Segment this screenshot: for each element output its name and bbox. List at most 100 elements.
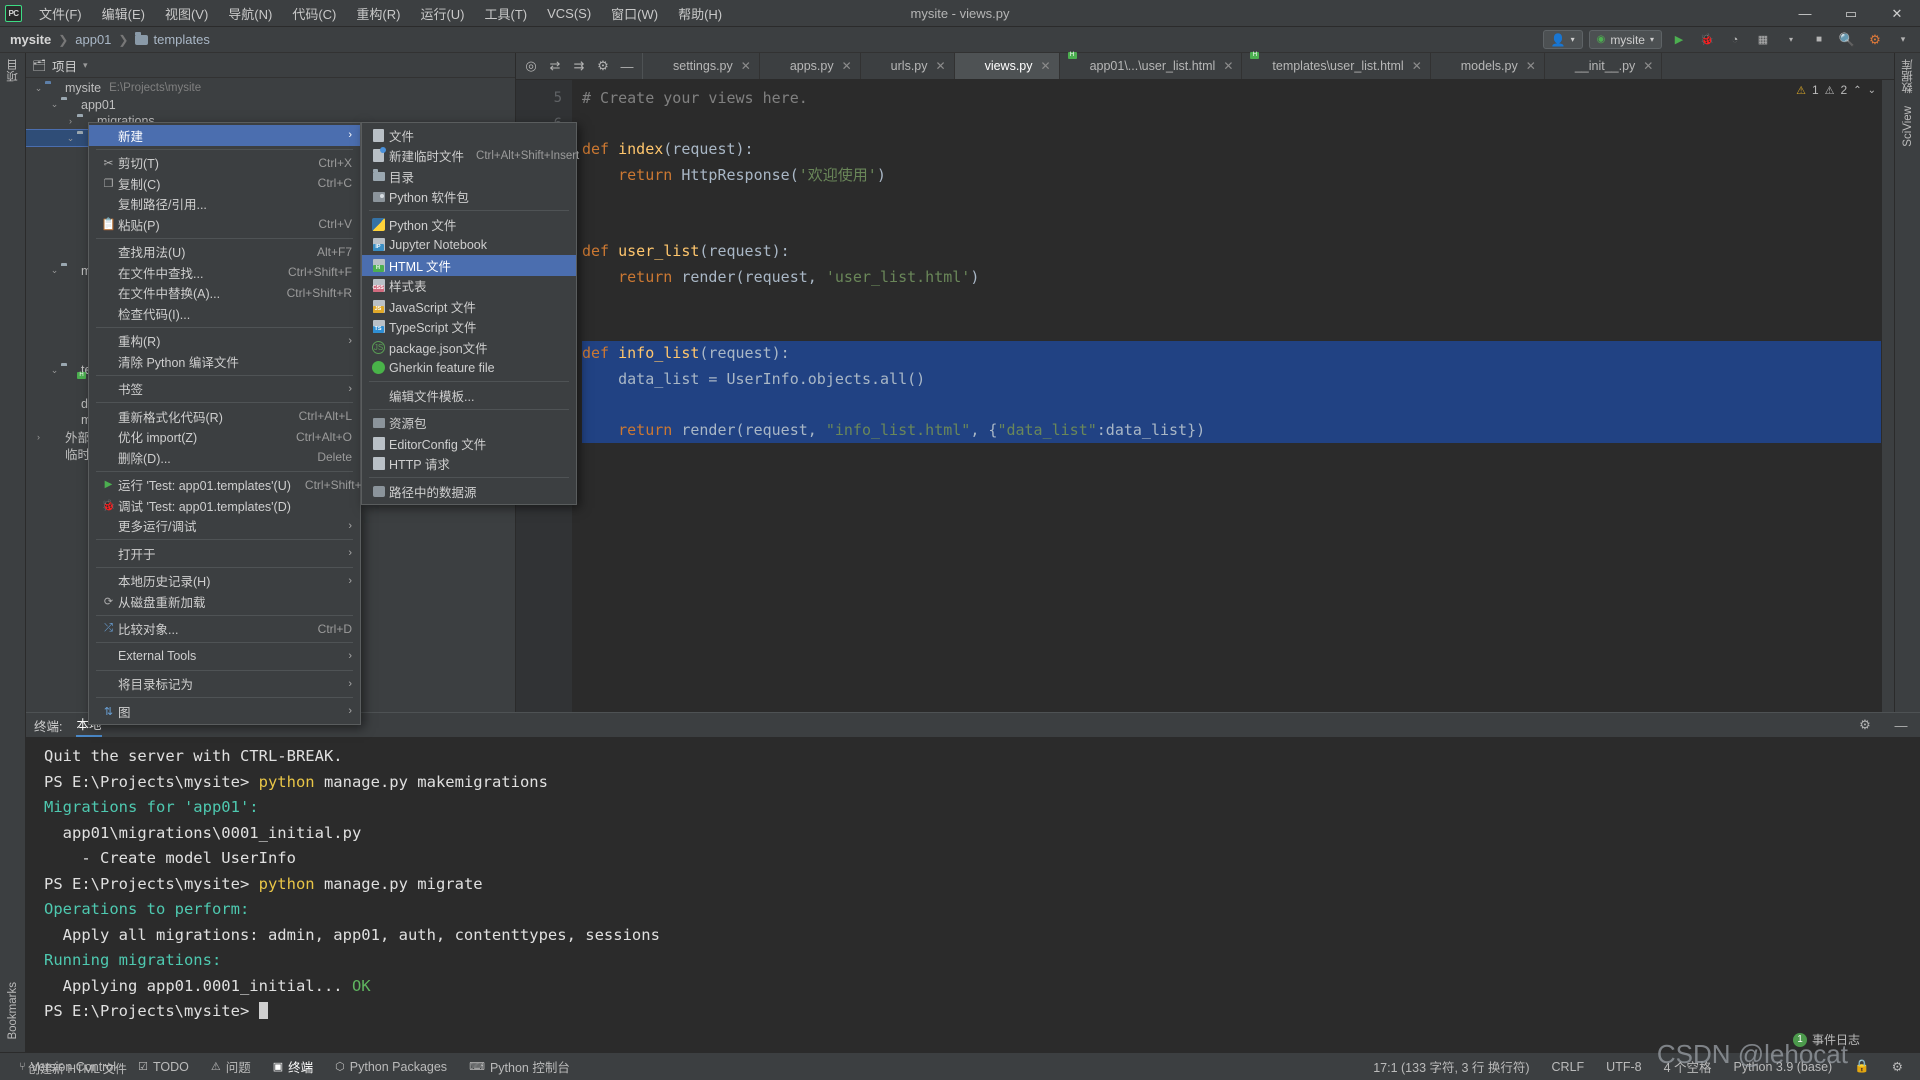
submenu-item-路径中的数据源[interactable]: 路径中的数据源 (362, 481, 576, 502)
context-menu-item-图[interactable]: ⇅ 图 › (89, 701, 360, 722)
close-button[interactable]: ✕ (1874, 0, 1920, 27)
menu-edit[interactable]: 编辑(E) (92, 1, 155, 26)
close-icon[interactable]: ✕ (1223, 59, 1233, 73)
context-menu-item-从磁盘重新加载[interactable]: ⟳ 从磁盘重新加载 (89, 591, 360, 612)
menu-vcs[interactable]: VCS(S) (537, 3, 601, 24)
context-menu-item-在文件中查找-[interactable]: 在文件中查找... Ctrl+Shift+F (89, 262, 360, 283)
context-menu-item-复制-c-[interactable]: ❐ 复制(C) Ctrl+C (89, 173, 360, 194)
tool-tab-sciview[interactable]: SciView (1898, 100, 1918, 153)
expand-button[interactable]: ▾ (1892, 30, 1914, 50)
tool-tab-bookmarks[interactable]: Bookmarks (3, 976, 23, 1046)
run-button[interactable]: ▶ (1668, 30, 1690, 50)
submenu-item-python-软件包[interactable]: Python 软件包 (362, 187, 576, 208)
submenu-item-文件[interactable]: 文件 (362, 125, 576, 146)
submenu-item-typescript-文件[interactable]: TS TypeScript 文件 (362, 317, 576, 338)
close-icon[interactable]: ✕ (842, 59, 852, 73)
submenu-item-gherkin-feature-file[interactable]: Gherkin feature file (362, 358, 576, 379)
editor-tab-settings-py[interactable]: settings.py ✕ (643, 53, 760, 79)
context-menu-item-书签[interactable]: 书签 › (89, 379, 360, 400)
status-todo[interactable]: ☑ TODO (127, 1060, 200, 1074)
submenu-item-目录[interactable]: 目录 (362, 166, 576, 187)
submenu-item-编辑文件模板-[interactable]: 编辑文件模板... (362, 385, 576, 406)
tree-expander-icon[interactable]: › (64, 116, 77, 126)
context-menu-item-调试-test-app01-templates-d-[interactable]: 🐞 调试 'Test: app01.templates'(D) (89, 495, 360, 516)
status-interpreter[interactable]: Python 3.9 (base) (1723, 1060, 1844, 1074)
event-log-widget[interactable]: 1 事件日志 (1792, 1031, 1860, 1048)
context-menu-item-删除-d-[interactable]: 删除(D)... Delete (89, 447, 360, 468)
context-menu-item-打开于[interactable]: 打开于 › (89, 543, 360, 564)
status-python-console[interactable]: ⌨ Python 控制台 (458, 1057, 581, 1076)
context-menu-item-清除-python-编译文件[interactable]: 清除 Python 编译文件 (89, 351, 360, 372)
profile-button[interactable]: ◔ (1724, 30, 1746, 50)
editor-tab-urls-py[interactable]: urls.py ✕ (861, 53, 955, 79)
search-everywhere-button[interactable]: 🔍 (1836, 30, 1858, 50)
pane-settings-icon[interactable]: ⚙ (592, 56, 614, 76)
run-configuration-selector[interactable]: ◉ mysite ▾ (1588, 30, 1662, 49)
tree-expander-icon[interactable]: ⌄ (48, 99, 61, 110)
submenu-item-editorconfig-文件[interactable]: EditorConfig 文件 (362, 433, 576, 454)
submenu-item-html-文件[interactable]: H HTML 文件 (362, 255, 576, 276)
context-menu-item-新建[interactable]: 新建 › (89, 125, 360, 146)
scroll-up-icon[interactable]: ⌃ (1853, 85, 1861, 96)
submenu-item-jupyter-notebook[interactable]: IP Jupyter Notebook (362, 235, 576, 256)
context-menu-item-优化-import-z-[interactable]: 优化 import(Z) Ctrl+Alt+O (89, 427, 360, 448)
close-icon[interactable]: ✕ (1643, 59, 1653, 73)
close-icon[interactable]: ✕ (741, 59, 751, 73)
editor-tab-views-py[interactable]: views.py ✕ (954, 53, 1060, 79)
context-menu-item-复制路径-引用-[interactable]: 复制路径/引用... (89, 194, 360, 215)
submenu-item-资源包[interactable]: 资源包 (362, 413, 576, 434)
breadcrumb-app01[interactable]: app01 (75, 32, 111, 47)
editor-tab-apps-py[interactable]: apps.py ✕ (760, 53, 861, 79)
coverage-button[interactable]: ▦ (1752, 30, 1774, 50)
submenu-item-http-请求[interactable]: HTTP 请求 (362, 454, 576, 475)
menu-window[interactable]: 窗口(W) (601, 1, 668, 26)
tree-item-app01[interactable]: ⌄ app01 (26, 97, 515, 114)
context-menu-item-剪切-t-[interactable]: ✂ 剪切(T) Ctrl+X (89, 153, 360, 174)
status-settings-icon[interactable]: ⚙ (1881, 1059, 1914, 1074)
context-menu-item-本地历史记录-h-[interactable]: 本地历史记录(H) › (89, 571, 360, 592)
context-menu-item-external-tools[interactable]: External Tools › (89, 646, 360, 667)
breadcrumb-mysite[interactable]: mysite (10, 32, 51, 47)
close-icon[interactable]: ✕ (936, 59, 946, 73)
terminal-output[interactable]: Quit the server with CTRL-BREAK. PS E:\Pr… (26, 738, 1920, 1052)
editor-tab-models-py[interactable]: models.py ✕ (1431, 53, 1545, 79)
context-menu-item-重构-r-[interactable]: 重构(R) › (89, 331, 360, 352)
submenu-item-package-json文件[interactable]: JS package.json文件 (362, 337, 576, 358)
context-menu-item-运行-test-app01-templates-u-[interactable]: ▶ 运行 'Test: app01.templates'(U) Ctrl+Shi… (89, 475, 383, 496)
tool-tab-project[interactable]: 项目 (1, 53, 25, 88)
menu-run[interactable]: 运行(U) (410, 1, 474, 26)
close-icon[interactable]: ✕ (1526, 59, 1536, 73)
breadcrumb-templates[interactable]: templates (135, 31, 210, 47)
close-icon[interactable]: ✕ (1412, 59, 1422, 73)
submenu-item-python-文件[interactable]: Python 文件 (362, 214, 576, 235)
status-terminal[interactable]: ▣ 终端 (262, 1057, 324, 1076)
terminal-settings-icon[interactable]: ⚙ (1854, 715, 1876, 735)
hide-pane-icon[interactable]: — (616, 56, 638, 76)
status-caret-position[interactable]: 17:1 (133 字符, 3 行 换行符) (1362, 1057, 1540, 1076)
new-file-submenu[interactable]: 文件 新建临时文件 Ctrl+Alt+Shift+Insert 目录 Pytho… (361, 122, 579, 505)
close-icon[interactable]: ✕ (1041, 59, 1051, 73)
menu-tools[interactable]: 工具(T) (474, 1, 537, 26)
status-line-separator[interactable]: CRLF (1541, 1060, 1596, 1074)
menu-help[interactable]: 帮助(H) (668, 1, 732, 26)
settings-button[interactable]: ⚙ (1864, 30, 1886, 50)
tree-expander-icon[interactable]: ⌄ (64, 133, 77, 144)
select-opened-file-icon[interactable]: ◎ (520, 56, 542, 76)
tree-item-mysite[interactable]: ⌄ mysite E:\Projects\mysite (26, 80, 515, 97)
context-menu-item-检查代码-i-[interactable]: 检查代码(I)... (89, 303, 360, 324)
editor-tab--init-py[interactable]: __init__.py ✕ (1545, 53, 1663, 79)
menu-refactor[interactable]: 重构(R) (346, 1, 410, 26)
context-menu-item-比较对象-[interactable]: ⤮ 比较对象... Ctrl+D (89, 619, 360, 640)
status-problems[interactable]: ⚠ 问题 (200, 1057, 262, 1076)
tree-expander-icon[interactable]: ⌄ (48, 265, 61, 276)
chevron-down-icon[interactable]: ▾ (83, 60, 88, 71)
debug-button[interactable]: 🐞 (1696, 30, 1718, 50)
menu-view[interactable]: 视图(V) (155, 1, 218, 26)
context-menu-item-在文件中替换-a-[interactable]: 在文件中替换(A)... Ctrl+Shift+R (89, 283, 360, 304)
collapse-all-icon[interactable]: ⇉ (568, 56, 590, 76)
submenu-item-样式表[interactable]: CSS 样式表 (362, 276, 576, 297)
context-menu-item-更多运行-调试[interactable]: 更多运行/调试 › (89, 516, 360, 537)
status-encoding[interactable]: UTF-8 (1595, 1060, 1652, 1074)
status-lock-icon[interactable]: 🔒 (1843, 1059, 1881, 1074)
submenu-item-新建临时文件[interactable]: 新建临时文件 Ctrl+Alt+Shift+Insert (362, 146, 579, 167)
